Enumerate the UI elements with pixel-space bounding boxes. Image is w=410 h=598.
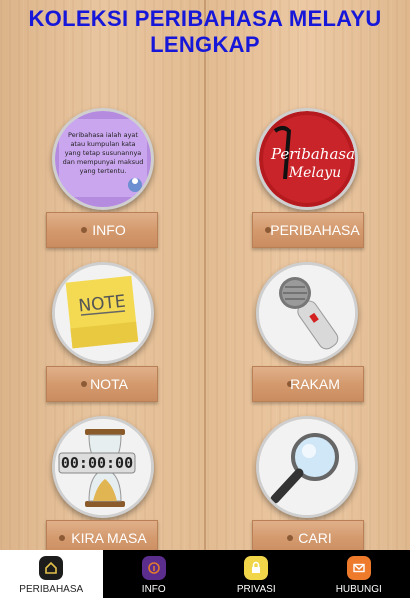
sticky-note-icon[interactable]: NOTE [52, 262, 154, 364]
info-text-1: Peribahasa ialah ayat [68, 131, 138, 139]
logo-text-2: Melayu [288, 165, 341, 181]
tab-privasi[interactable]: PRIVASI [205, 550, 308, 598]
home-icon [39, 556, 64, 580]
info-text-4: dan mempunyai maksud [63, 158, 144, 166]
title-line-2: LENGKAP [150, 32, 260, 57]
title-line-1: KOLEKSI PERIBAHASA MELAYU [28, 6, 382, 31]
info-text-2: atau kumpulan kata [70, 140, 135, 148]
tab-hubungi[interactable]: HUBUNGI [308, 550, 410, 598]
mail-icon [346, 556, 371, 580]
logo-text-1: Peribahasa [270, 145, 355, 163]
tab-label: HUBUNGI [335, 584, 382, 595]
hourglass-icon[interactable]: 00:00:00 [52, 416, 154, 518]
tab-info[interactable]: INFO [103, 550, 206, 598]
peribahasa-logo-icon[interactable]: Peribahasa Melayu [256, 108, 358, 210]
tab-label: INFO [141, 584, 166, 595]
timer-text: 00:00:00 [61, 454, 133, 472]
info-icon [141, 556, 166, 580]
info-button[interactable]: INFO [46, 212, 158, 248]
page-title: KOLEKSI PERIBAHASA MELAYU LENGKAP [0, 6, 410, 58]
peribahasa-button-label: PERIBAHASA [270, 222, 360, 238]
bottom-tab-bar: PERIBAHASA INFO PRIVASI HUBUNGI [0, 550, 410, 598]
nota-button-label: NOTA [90, 376, 128, 392]
nota-button[interactable]: NOTA [46, 366, 158, 402]
background-seam [204, 0, 206, 550]
rakam-button[interactable]: RAKAM [252, 366, 364, 402]
rakam-button-label: RAKAM [290, 376, 340, 392]
info-note-icon[interactable]: Peribahasa ialah ayat atau kumpulan kata… [52, 108, 154, 210]
info-text-5: yang tertentu. [80, 167, 127, 175]
info-button-label: INFO [92, 222, 126, 238]
lock-icon [244, 556, 269, 580]
tab-peribahasa[interactable]: PERIBAHASA [0, 550, 103, 598]
peribahasa-button[interactable]: PERIBAHASA [252, 212, 364, 248]
tab-label: PRIVASI [236, 584, 276, 595]
microphone-icon[interactable] [256, 262, 358, 364]
kira-masa-button-label: KIRA MASA [71, 530, 147, 546]
tab-label: PERIBAHASA [19, 584, 84, 595]
magnifier-icon[interactable] [256, 416, 358, 518]
cari-button-label: CARI [298, 530, 332, 546]
info-text-3: yang tetap susunannya [65, 149, 142, 157]
